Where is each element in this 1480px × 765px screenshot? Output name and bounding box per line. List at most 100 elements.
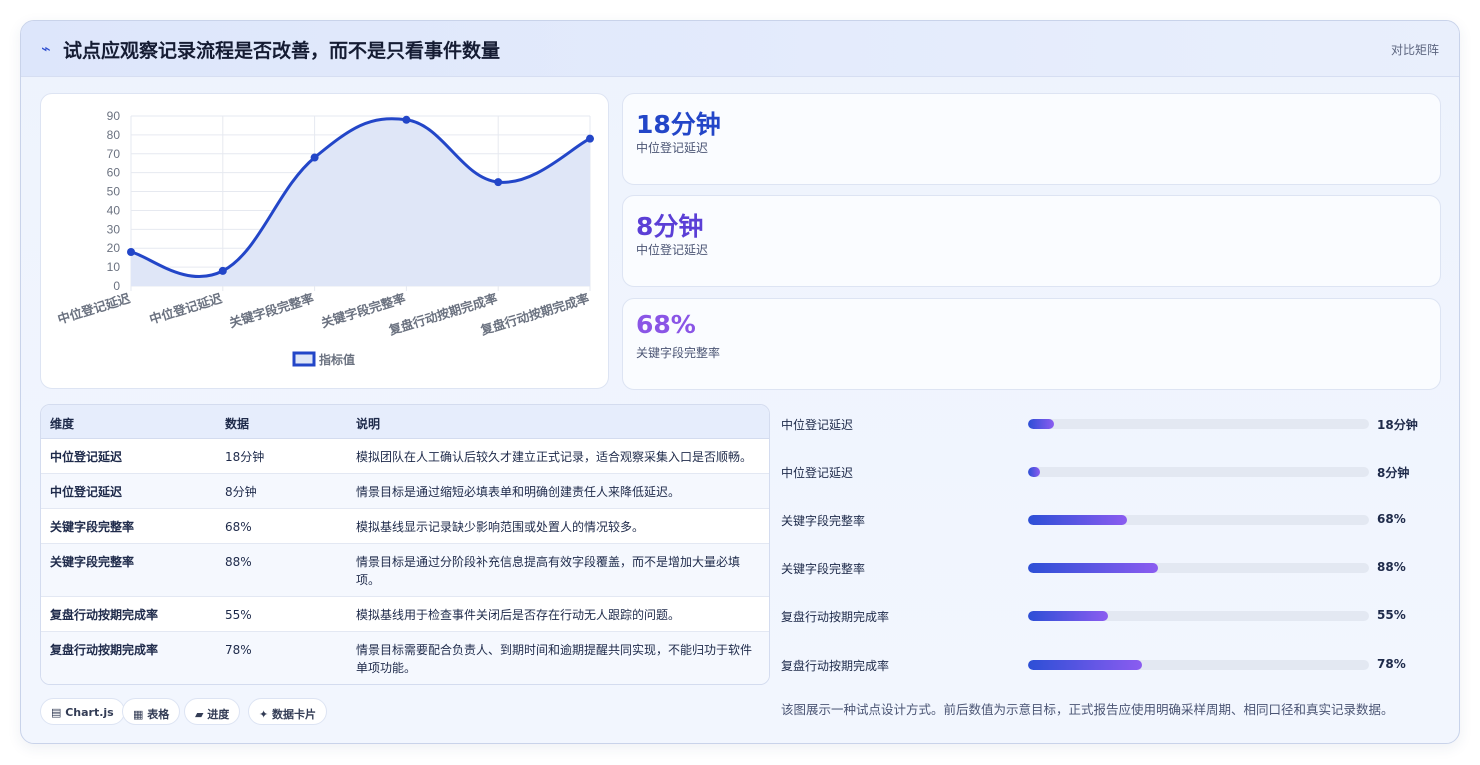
data-table: 维度 数据 说明 中位登记延迟 18分钟 模拟团队在人工确认后较久才建立正式记录… (40, 404, 770, 685)
progress-label: 复盘行动按期完成率 (781, 659, 890, 673)
cell-dimension: 关键字段完整率 (50, 520, 135, 534)
tag-chartjs[interactable]: ▤ Chart.js (40, 698, 125, 725)
progress-fill (1028, 563, 1158, 573)
y-tick-label: 70 (107, 147, 121, 161)
view-mode-label[interactable]: 对比矩阵 (1391, 41, 1439, 58)
data-point (310, 153, 319, 162)
y-tick-label: 0 (113, 279, 120, 293)
progress-track (1028, 563, 1369, 573)
x-tick-label: 中位登记延迟 (56, 290, 133, 326)
stat-label: 中位登记延迟 (636, 141, 709, 155)
data-point (494, 178, 503, 187)
y-tick-label: 50 (107, 185, 121, 199)
tag-data-cards[interactable]: ✦ 数据卡片 (248, 698, 328, 725)
progress-row: 中位登记延迟 18分钟 (781, 414, 1441, 434)
x-tick-label: 关键字段完整率 (227, 290, 316, 330)
line-chart-panel: 0 10 20 30 40 50 60 70 80 90 中位登记延迟 中位登记延迟 关键字段完整率 关键… (40, 93, 609, 389)
tag-progress[interactable]: ▰ 进度 (184, 698, 241, 725)
column-header: 数据 (225, 417, 250, 431)
table-row: 复盘行动按期完成率 78% 情景目标需要配合负责人、到期时间和逾期提醒共同实现，… (41, 632, 769, 684)
progress-value: 88% (1377, 560, 1406, 574)
column-header: 说明 (356, 417, 381, 431)
cell-dimension: 复盘行动按期完成率 (50, 643, 159, 657)
progress-label: 关键字段完整率 (781, 514, 866, 528)
cell-note: 情景目标是通过分阶段补充信息提高有效字段覆盖，而不是增加大量必填项。 (356, 555, 741, 587)
stat-value: 18分钟 (636, 110, 721, 139)
progress-fill (1028, 660, 1143, 670)
table-row: 中位登记延迟 8分钟 情景目标是通过缩短必填表单和明确创建责任人来降低延迟。 (41, 474, 769, 509)
stat-value: 68% (636, 310, 696, 339)
progress-fill (1028, 467, 1040, 477)
column-header: 维度 (50, 417, 75, 431)
card-header: ⌁ 试点应观察记录流程是否改善，而不是只看事件数量 对比矩阵 (21, 21, 1459, 77)
table-row: 关键字段完整率 68% 模拟基线显示记录缺少影响范围或处置人的情况较多。 (41, 509, 769, 544)
progress-fill (1028, 611, 1109, 621)
progress-value: 78% (1377, 657, 1406, 671)
table-row: 复盘行动按期完成率 55% 模拟基线用于检查事件关闭后是否存在行动无人跟踪的问题… (41, 597, 769, 632)
table-header: 维度 数据 说明 (41, 405, 769, 439)
progress-track (1028, 515, 1369, 525)
progress-value: 8分钟 (1377, 466, 1410, 480)
y-tick-label: 80 (107, 128, 121, 142)
progress-track (1028, 660, 1369, 670)
page-title: 试点应观察记录流程是否改善，而不是只看事件数量 (63, 40, 501, 62)
series-area (131, 118, 590, 286)
cell-data: 68% (225, 520, 252, 534)
y-tick-label: 30 (107, 222, 121, 236)
trend-icon: ⌁ (41, 39, 51, 58)
y-tick-label: 10 (107, 260, 121, 274)
progress-track (1028, 419, 1369, 429)
progress-row: 复盘行动按期完成率 55% (781, 606, 1441, 626)
cell-dimension: 关键字段完整率 (50, 555, 135, 569)
progress-label: 复盘行动按期完成率 (781, 610, 890, 624)
progress-value: 55% (1377, 608, 1406, 622)
cell-data: 78% (225, 643, 252, 657)
x-tick-label: 中位登记延迟 (148, 290, 225, 326)
stat-label: 关键字段完整率 (636, 346, 721, 360)
progress-track (1028, 467, 1369, 477)
progress-track (1028, 611, 1369, 621)
cell-data: 18分钟 (225, 450, 265, 464)
progress-row: 中位登记延迟 8分钟 (781, 462, 1441, 482)
cell-note: 情景目标是通过缩短必填表单和明确创建责任人来降低延迟。 (356, 485, 681, 499)
progress-value: 68% (1377, 512, 1406, 526)
stat-label: 中位登记延迟 (636, 243, 709, 257)
progress-label: 中位登记延迟 (781, 466, 854, 480)
table-row: 关键字段完整率 88% 情景目标是通过分阶段补充信息提高有效字段覆盖，而不是增加… (41, 544, 769, 597)
table-row: 中位登记延迟 18分钟 模拟团队在人工确认后较久才建立正式记录，适合观察采集入口… (41, 439, 769, 474)
tag-table[interactable]: ▦ 表格 (122, 698, 181, 725)
progress-label: 关键字段完整率 (781, 562, 866, 576)
cell-data: 8分钟 (225, 485, 257, 499)
cell-dimension: 中位登记延迟 (50, 485, 123, 499)
cell-note: 情景目标需要配合负责人、到期时间和逾期提醒共同实现，不能归功于软件单项功能。 (356, 643, 753, 675)
cell-dimension: 中位登记延迟 (50, 450, 123, 464)
data-point (586, 134, 594, 143)
stat-card: 68% 关键字段完整率 (622, 298, 1441, 390)
progress-label: 中位登记延迟 (781, 418, 854, 432)
cell-dimension: 复盘行动按期完成率 (50, 608, 159, 622)
stat-value: 8分钟 (636, 212, 704, 241)
cell-note: 模拟团队在人工确认后较久才建立正式记录，适合观察采集入口是否顺畅。 (356, 450, 753, 464)
legend-label: 指标值 (319, 352, 355, 367)
y-tick-label: 90 (107, 109, 121, 123)
stat-card: 18分钟 中位登记延迟 (622, 93, 1441, 185)
stat-card: 8分钟 中位登记延迟 (622, 195, 1441, 287)
dashboard-card: ⌁ 试点应观察记录流程是否改善，而不是只看事件数量 对比矩阵 0 10 20 30 40… (20, 20, 1460, 744)
progress-fill (1028, 515, 1127, 525)
cell-note: 模拟基线显示记录缺少影响范围或处置人的情况较多。 (356, 520, 645, 534)
data-point (127, 248, 135, 256)
y-tick-label: 20 (107, 241, 121, 255)
legend-swatch (292, 351, 316, 367)
data-point (218, 266, 227, 275)
progress-row: 关键字段完整率 68% (781, 510, 1441, 530)
progress-row: 复盘行动按期完成率 78% (781, 655, 1441, 675)
cell-data: 88% (225, 555, 252, 569)
cell-note: 模拟基线用于检查事件关闭后是否存在行动无人跟踪的问题。 (356, 608, 681, 622)
footnote: 该图展示一种试点设计方式。前后数值为示意目标，正式报告应使用明确采样周期、相同口… (781, 702, 1394, 717)
progress-value: 18分钟 (1377, 418, 1418, 432)
progress-fill (1028, 419, 1054, 429)
y-tick-label: 40 (107, 203, 121, 217)
y-tick-label: 60 (107, 166, 121, 180)
data-point (402, 115, 411, 124)
line-chart: 0102030405060708090中位登记延迟 中位登记延迟 关键字段完整率 关键… (56, 109, 594, 367)
